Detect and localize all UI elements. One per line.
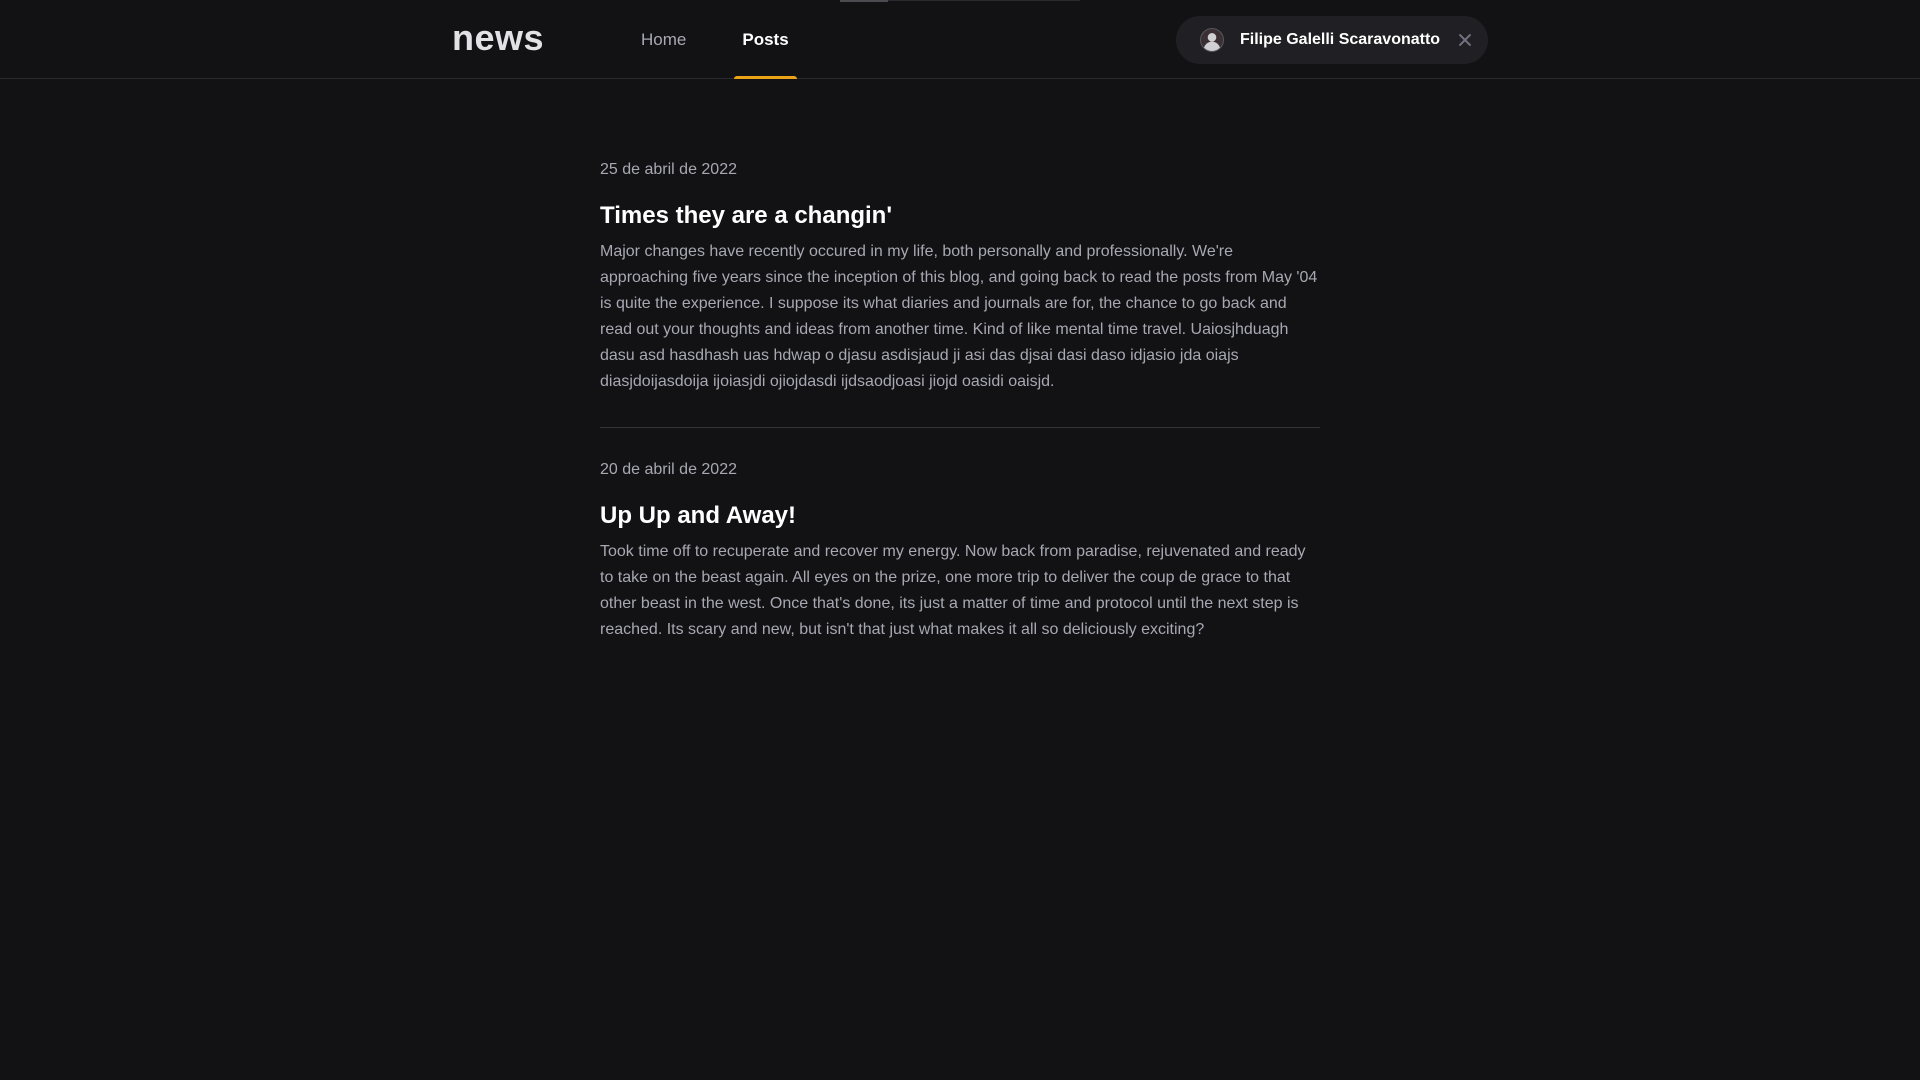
nav-link-posts[interactable]: Posts (734, 0, 797, 79)
header-container: news Home Posts Filipe Galelli Scaravona… (452, 0, 1488, 79)
nav-link-home[interactable]: Home (633, 0, 694, 79)
posts-list: 25 de abril de 2022 Times they are a cha… (600, 160, 1320, 643)
post-excerpt: Took time off to recuperate and recover … (600, 543, 1306, 638)
post-item[interactable]: 25 de abril de 2022 Times they are a cha… (600, 160, 1320, 395)
user-avatar (1200, 28, 1224, 52)
post-title[interactable]: Times they are a changin' (600, 200, 1320, 232)
site-header: news Home Posts Filipe Galelli Scaravona… (0, 0, 1920, 79)
site-logo[interactable]: news (452, 16, 544, 60)
main-nav: Home Posts (633, 0, 797, 79)
post-title[interactable]: Up Up and Away! (600, 500, 1320, 532)
post-divider (600, 427, 1320, 428)
sign-out-button[interactable]: Filipe Galelli Scaravonatto (1176, 16, 1488, 64)
post-date: 25 de abril de 2022 (600, 161, 737, 178)
post-excerpt: Major changes have recently occured in m… (600, 243, 1318, 390)
post-date: 20 de abril de 2022 (600, 461, 737, 478)
close-icon[interactable] (1458, 33, 1472, 47)
post-item[interactable]: 20 de abril de 2022 Up Up and Away! Took… (600, 460, 1320, 643)
user-name: Filipe Galelli Scaravonatto (1240, 31, 1441, 48)
